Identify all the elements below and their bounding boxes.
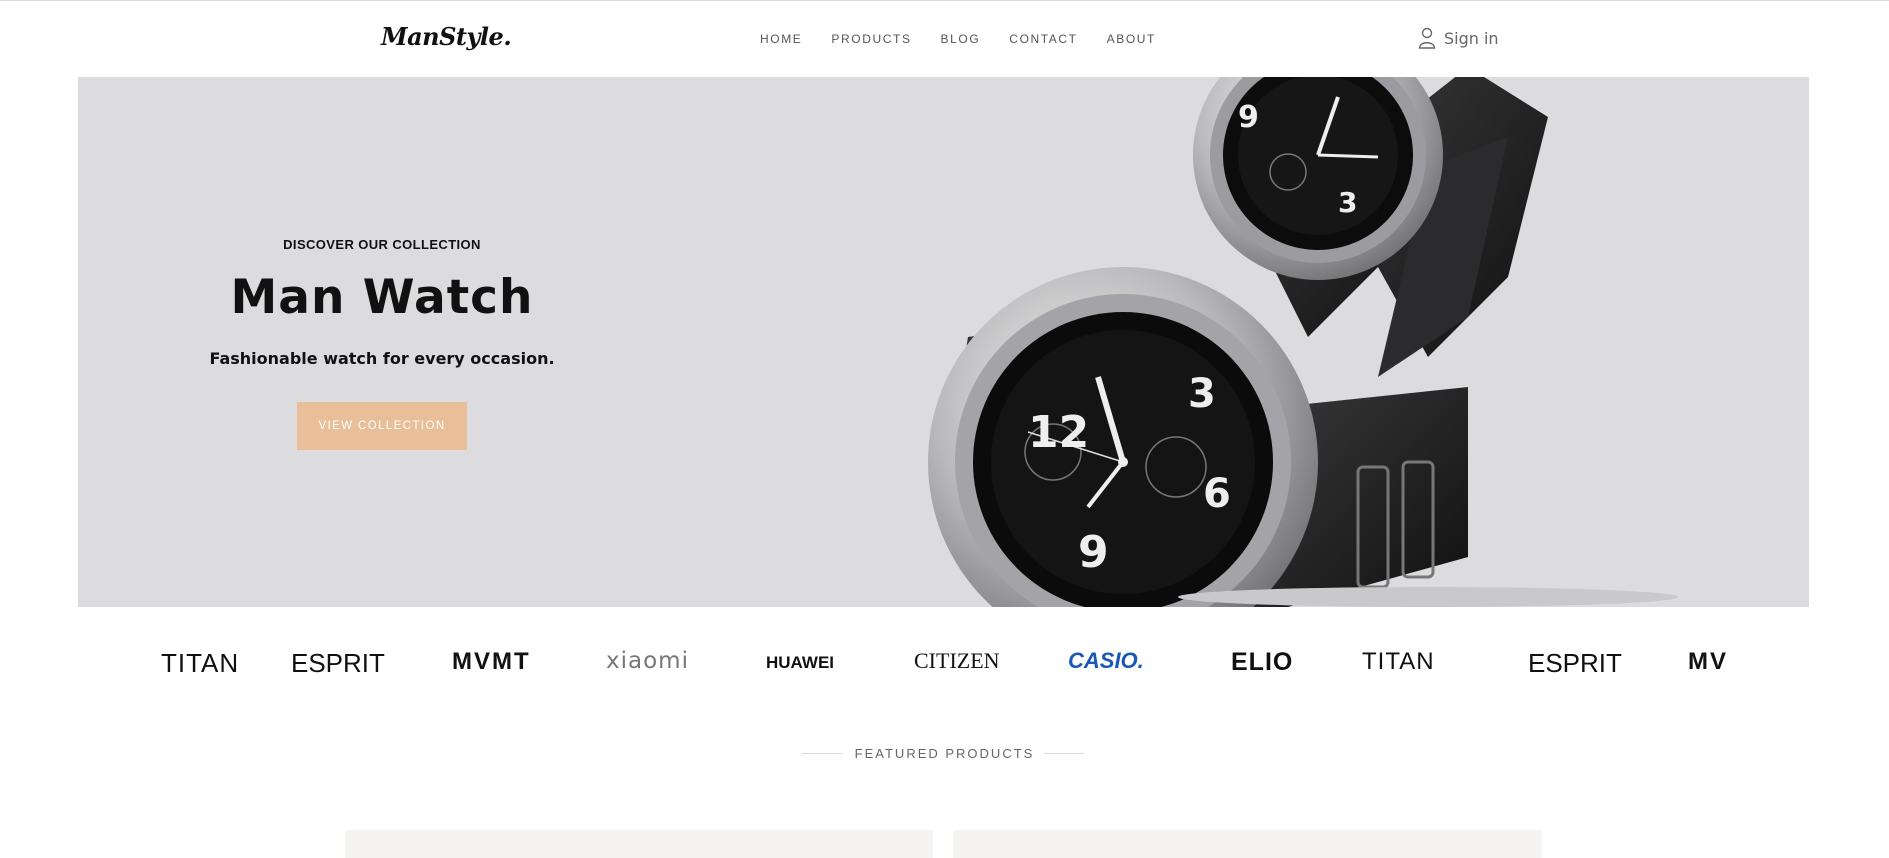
nav-home[interactable]: HOME bbox=[760, 32, 802, 46]
main-nav: HOME PRODUCTS BLOG CONTACT ABOUT bbox=[760, 32, 1185, 46]
signin-link[interactable]: Sign in bbox=[1418, 27, 1499, 49]
hero-banner: DISCOVER OUR COLLECTION Man Watch Fashio… bbox=[78, 77, 1809, 607]
brand-logo: TITAN bbox=[1362, 648, 1435, 675]
user-icon bbox=[1418, 27, 1436, 49]
brand-logo-strip: TITAN ESPRIT MVMT xiaomi HUAWEI CITIZEN … bbox=[140, 640, 1728, 685]
site-header: ManStyle. HOME PRODUCTS BLOG CONTACT ABO… bbox=[0, 0, 1889, 77]
nav-about[interactable]: ABOUT bbox=[1107, 32, 1156, 46]
brand-logo: TITAN bbox=[161, 648, 240, 678]
svg-text:6: 6 bbox=[1203, 471, 1231, 517]
nav-products[interactable]: PRODUCTS bbox=[831, 32, 911, 46]
divider bbox=[1044, 753, 1084, 754]
brand-logo: ELIO bbox=[1231, 648, 1294, 676]
brand-logo: CITIZEN bbox=[914, 648, 1000, 673]
nav-blog[interactable]: BLOG bbox=[941, 32, 981, 46]
brand-logo: MVMT bbox=[1688, 648, 1728, 675]
brand-logo: MVMT bbox=[452, 648, 531, 675]
hero-text: DISCOVER OUR COLLECTION Man Watch Fashio… bbox=[78, 77, 686, 607]
brand-logo: ESPRIT bbox=[1528, 648, 1622, 678]
brand-logo: ESPRIT bbox=[291, 648, 385, 678]
view-collection-button[interactable]: VIEW COLLECTION bbox=[297, 402, 467, 450]
svg-text:9: 9 bbox=[1238, 100, 1259, 135]
product-card[interactable] bbox=[953, 830, 1542, 858]
brand-logo: CASIO. bbox=[1068, 648, 1144, 673]
hero-title: Man Watch bbox=[230, 270, 534, 325]
hero-subtitle: Fashionable watch for every occasion. bbox=[209, 349, 555, 368]
site-logo[interactable]: ManStyle. bbox=[381, 22, 512, 51]
section-title: FEATURED PRODUCTS bbox=[854, 746, 1035, 761]
hero-eyebrow: DISCOVER OUR COLLECTION bbox=[283, 237, 481, 252]
watch-image: 9 3 12 3 6 9 bbox=[928, 77, 1678, 607]
product-card[interactable] bbox=[345, 830, 933, 858]
featured-products-heading: FEATURED PRODUCTS bbox=[0, 742, 1889, 766]
signin-label: Sign in bbox=[1444, 28, 1499, 48]
svg-text:3: 3 bbox=[1338, 186, 1357, 219]
svg-text:3: 3 bbox=[1188, 371, 1216, 417]
brand-logo: HUAWEI bbox=[766, 653, 834, 672]
svg-text:9: 9 bbox=[1078, 527, 1109, 578]
brand-logo: xiaomi bbox=[606, 648, 689, 674]
svg-text:12: 12 bbox=[1028, 407, 1089, 458]
nav-contact[interactable]: CONTACT bbox=[1009, 32, 1077, 46]
